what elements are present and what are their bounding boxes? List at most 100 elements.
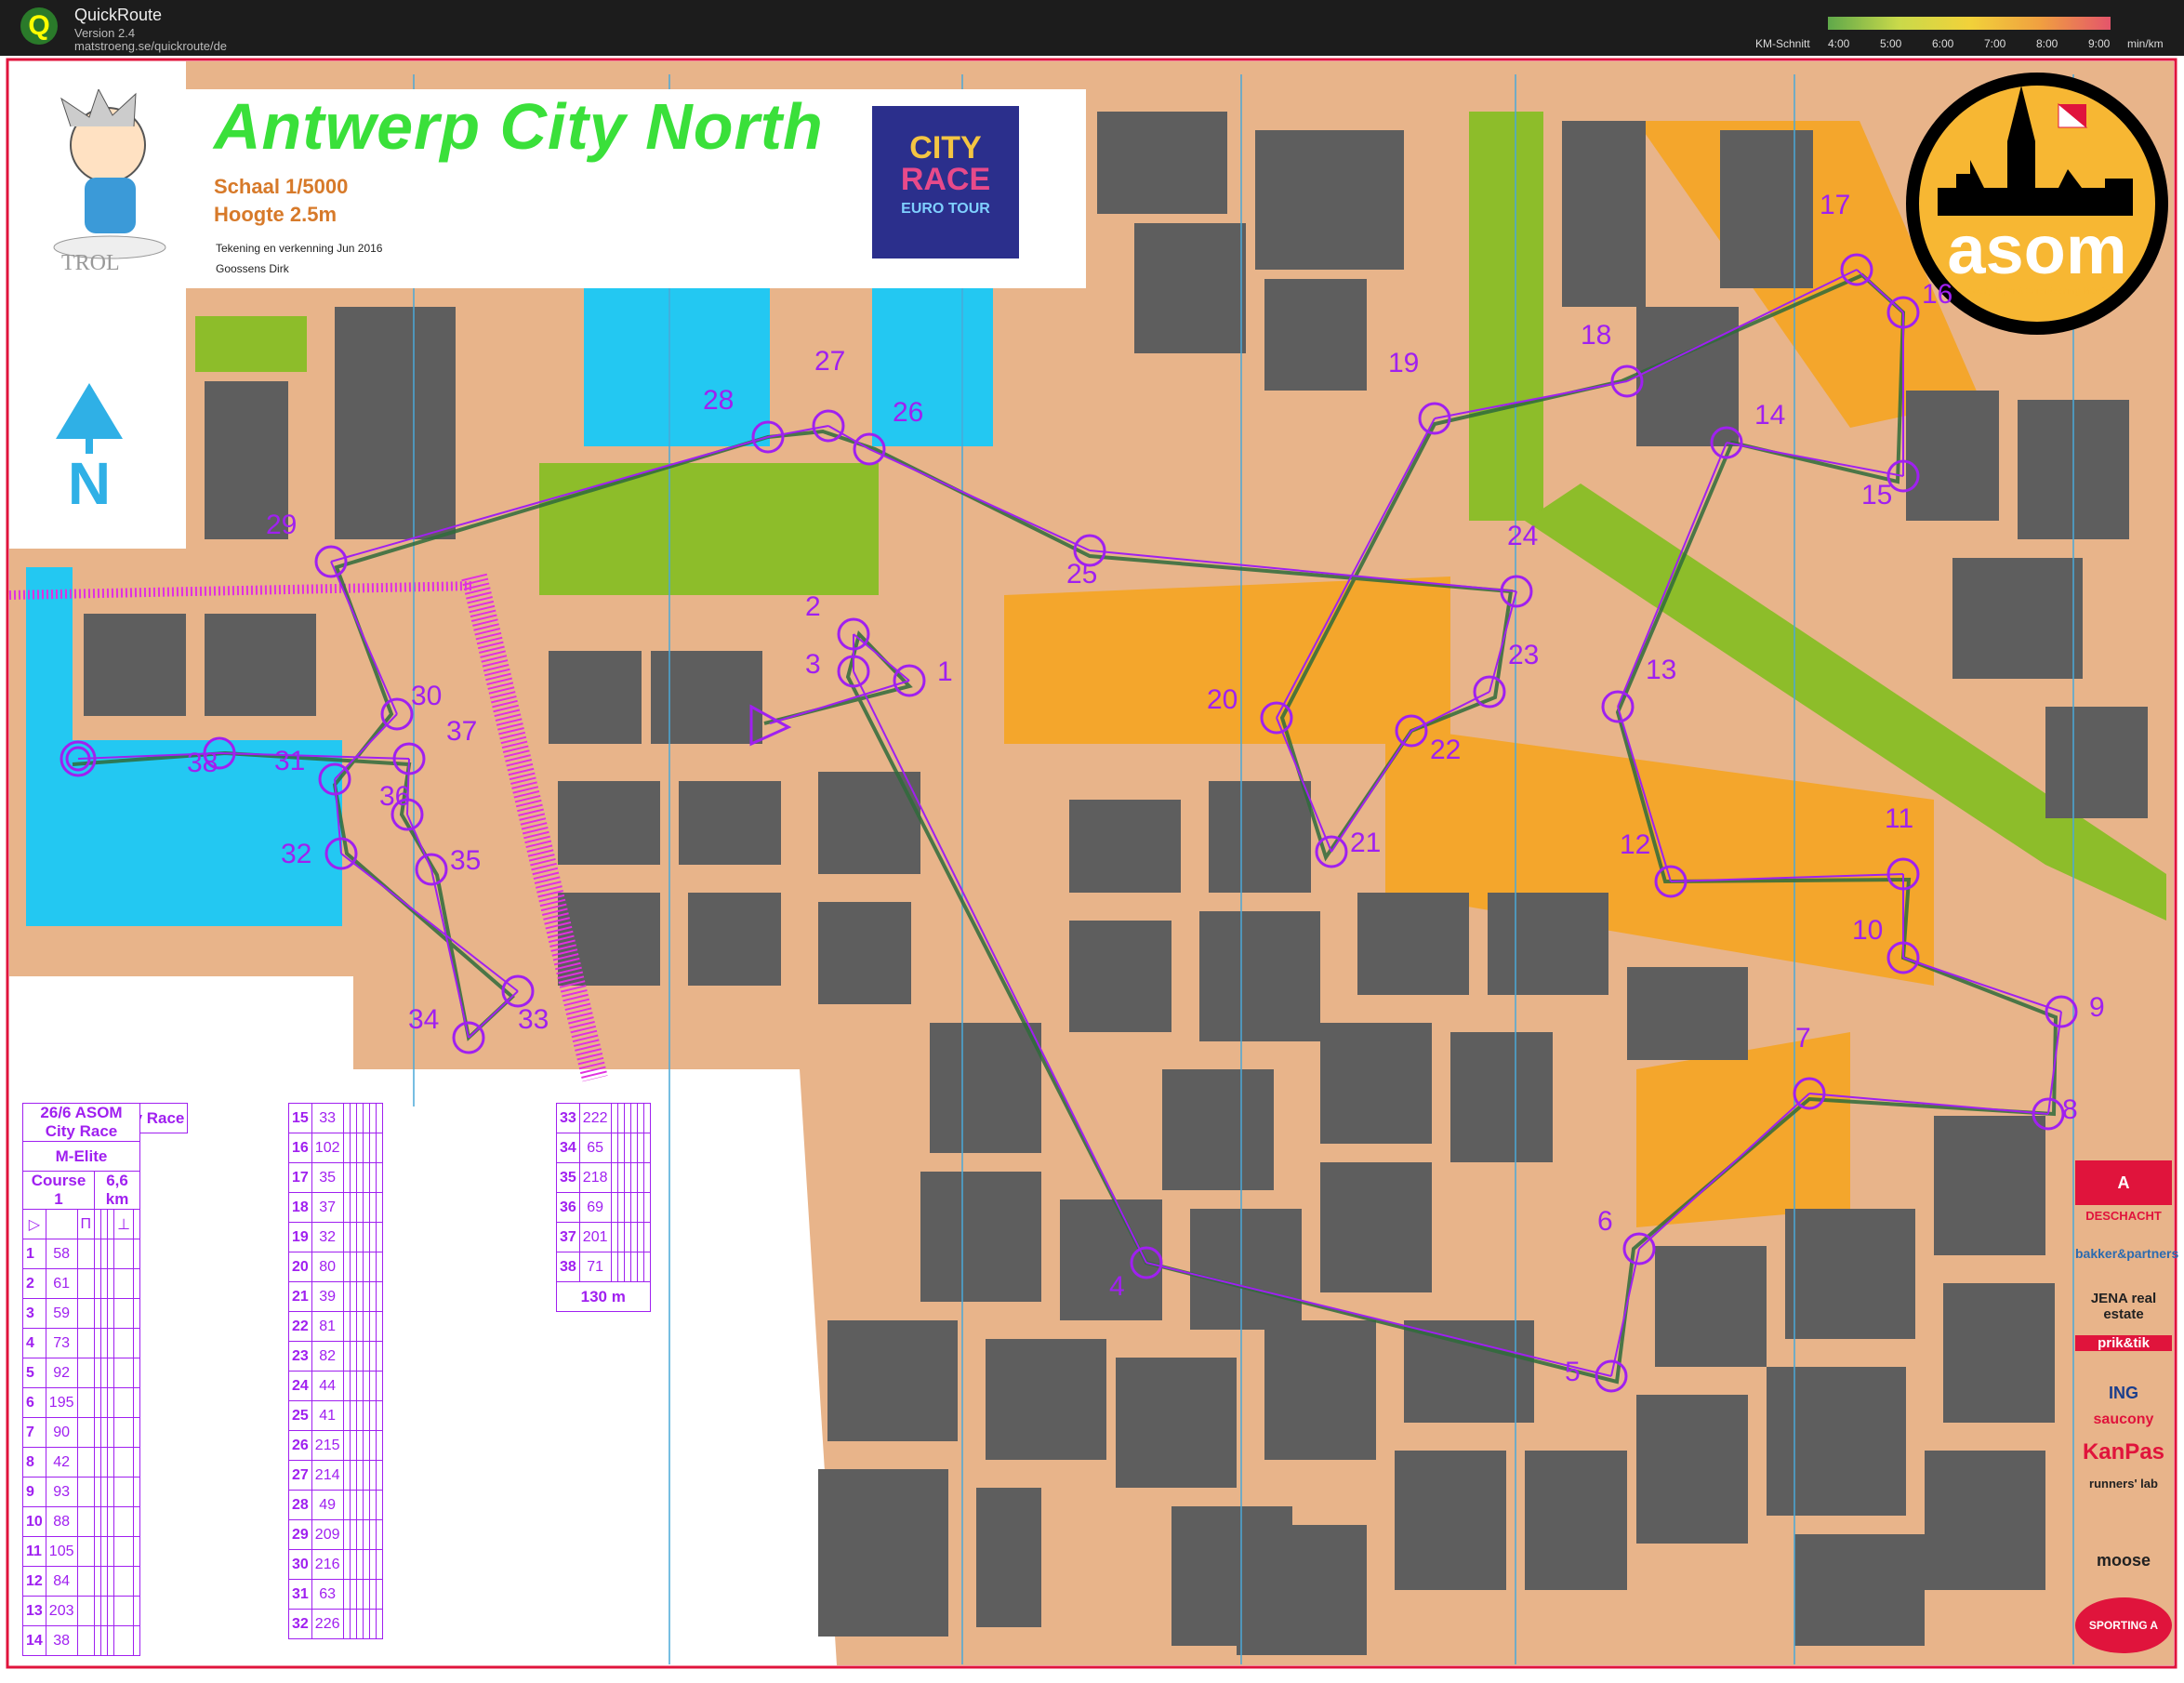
symbol-cell bbox=[375, 1490, 383, 1520]
description-row: 36 69 bbox=[556, 1192, 651, 1223]
sponsor-column: A DESCHACHT bakker&partners JENA real es… bbox=[2075, 1160, 2178, 1663]
symbol-cell bbox=[642, 1103, 651, 1133]
control-code: 73 bbox=[45, 1328, 78, 1358]
description-row: 23 82 bbox=[288, 1341, 383, 1372]
symbol-cell bbox=[133, 1268, 140, 1299]
control-number: 38 bbox=[187, 748, 218, 778]
control-code: 218 bbox=[578, 1162, 612, 1193]
symbol-cell bbox=[100, 1596, 109, 1626]
symbol-cell bbox=[133, 1417, 140, 1448]
control-sequence: 25 bbox=[288, 1400, 312, 1431]
symbol-cell bbox=[616, 1133, 625, 1163]
symbol-cell bbox=[133, 1477, 140, 1507]
control-code: 214 bbox=[311, 1460, 344, 1491]
orienteering-map[interactable]: TROL Antwerp City North Schaal 1/5000 Ho… bbox=[0, 56, 2184, 1683]
symbol-cell bbox=[342, 1609, 351, 1639]
symbol-cell bbox=[76, 1447, 96, 1478]
symbol-cell bbox=[76, 1536, 96, 1567]
symbol-cell bbox=[629, 1133, 638, 1163]
description-row: 35 218 bbox=[556, 1162, 651, 1193]
control-number: 21 bbox=[1350, 828, 1382, 858]
control-number: 19 bbox=[1388, 348, 1420, 378]
symbol-cell bbox=[94, 1506, 102, 1537]
control-number: 30 bbox=[411, 681, 443, 711]
symbol-cell bbox=[368, 1371, 377, 1401]
control-code: 215 bbox=[311, 1430, 344, 1461]
control-number: 20 bbox=[1207, 684, 1238, 715]
control-code: 37 bbox=[311, 1192, 344, 1223]
symbol-cell bbox=[76, 1596, 96, 1626]
symbol-cell bbox=[349, 1549, 357, 1580]
symbol-cell bbox=[355, 1133, 364, 1163]
description-row: 26 215 bbox=[288, 1430, 383, 1461]
control-number: 4 bbox=[1109, 1271, 1125, 1302]
control-number: 7 bbox=[1795, 1023, 1811, 1054]
symbol-cell bbox=[76, 1328, 96, 1358]
symbol-cell bbox=[76, 1268, 96, 1299]
event-name: 26/6 ASOM City Race bbox=[22, 1103, 140, 1142]
symbol-cell bbox=[342, 1579, 351, 1610]
symbol-cell bbox=[133, 1596, 140, 1626]
symbol-cell bbox=[623, 1192, 631, 1223]
control-number: 2 bbox=[805, 591, 821, 622]
control-sequence: 35 bbox=[556, 1162, 580, 1193]
control-number: 10 bbox=[1852, 915, 1884, 946]
symbol-cell bbox=[113, 1566, 134, 1597]
control-code: 93 bbox=[45, 1477, 78, 1507]
control-number: 36 bbox=[379, 781, 411, 812]
symbol-cell bbox=[76, 1387, 96, 1418]
symbol-cell bbox=[642, 1252, 651, 1282]
control-sequence: 30 bbox=[288, 1549, 312, 1580]
control-number: 6 bbox=[1597, 1206, 1613, 1237]
control-code: 33 bbox=[311, 1103, 344, 1133]
symbol-cell bbox=[375, 1222, 383, 1252]
symbol-cell bbox=[100, 1477, 109, 1507]
district-antwerpen-logo: A bbox=[2075, 1160, 2172, 1205]
control-code: 216 bbox=[311, 1549, 344, 1580]
symbol-cell bbox=[107, 1387, 115, 1418]
symbol-cell bbox=[100, 1328, 109, 1358]
app-url[interactable]: matstroeng.se/quickroute/de bbox=[74, 39, 227, 53]
symbol-cell bbox=[349, 1192, 357, 1223]
symbol-cell bbox=[610, 1192, 618, 1223]
symbol-cell bbox=[349, 1162, 357, 1193]
symbol-cell bbox=[113, 1328, 134, 1358]
symbol-cell bbox=[113, 1358, 134, 1388]
control-sequence: 26 bbox=[288, 1430, 312, 1461]
symbol-cell bbox=[113, 1298, 134, 1329]
symbol-cell bbox=[133, 1625, 140, 1656]
description-row: 15 33 bbox=[288, 1103, 383, 1133]
symbol-cell bbox=[76, 1358, 96, 1388]
symbol-cell bbox=[94, 1596, 102, 1626]
symbol-cell bbox=[107, 1447, 115, 1478]
pace-unit: min/km bbox=[2127, 37, 2164, 50]
symbol-cell bbox=[342, 1311, 351, 1342]
symbol-cell bbox=[133, 1239, 140, 1269]
pace-tick: 6:00 bbox=[1932, 37, 1954, 50]
symbol-cell bbox=[349, 1133, 357, 1163]
symbol-cell bbox=[349, 1371, 357, 1401]
control-sequence: 36 bbox=[556, 1192, 580, 1223]
park-area bbox=[195, 316, 307, 372]
symbol-cell bbox=[94, 1387, 102, 1418]
symbol-cell bbox=[362, 1192, 370, 1223]
app-version: Version 2.4 bbox=[74, 26, 136, 40]
symbol-cell bbox=[342, 1133, 351, 1163]
control-number: 28 bbox=[703, 385, 735, 416]
symbol-cell bbox=[610, 1222, 618, 1252]
symbol-cell bbox=[100, 1417, 109, 1448]
symbol-cell bbox=[368, 1400, 377, 1431]
control-code: 195 bbox=[45, 1387, 78, 1418]
description-row: 2 61 bbox=[22, 1268, 140, 1299]
symbol-cell bbox=[636, 1103, 644, 1133]
open-area bbox=[1004, 576, 1450, 744]
control-sequence: 31 bbox=[288, 1579, 312, 1610]
symbol-cell bbox=[133, 1298, 140, 1329]
symbol-cell bbox=[362, 1341, 370, 1372]
description-row: 3 59 bbox=[22, 1298, 140, 1329]
control-code: 90 bbox=[45, 1417, 78, 1448]
symbol-cell bbox=[107, 1536, 115, 1567]
symbol-cell bbox=[107, 1239, 115, 1269]
pace-legend-label: KM-Schnitt bbox=[1755, 37, 1810, 50]
park-area bbox=[1469, 112, 1543, 521]
